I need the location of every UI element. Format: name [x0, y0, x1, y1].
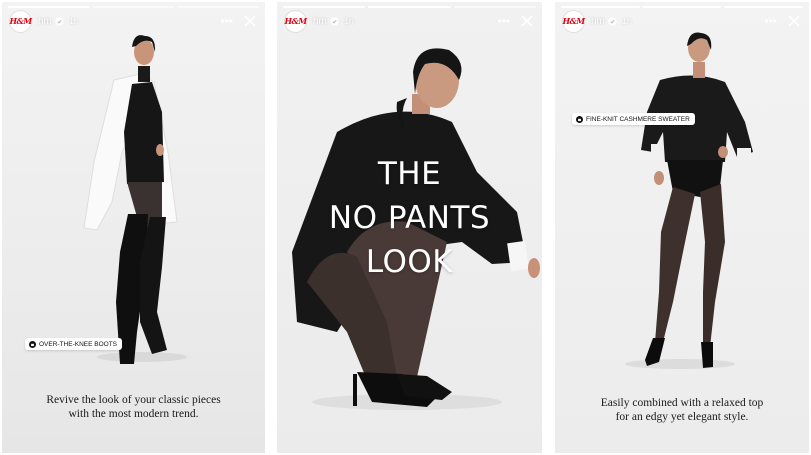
story-progress-bar [561, 6, 804, 8]
avatar[interactable]: H&M [562, 10, 585, 32]
username[interactable]: hm [591, 16, 605, 27]
story-panel-1[interactable]: H&M hm 1h ••• OVER-THE-KNEE BOOTS Revive… [2, 2, 265, 453]
close-icon[interactable] [520, 14, 534, 28]
caption-line: Revive the look of your classic pieces [46, 394, 221, 406]
story-photo-3 [625, 32, 753, 369]
story-caption: Easily combined with a relaxed top for a… [555, 396, 809, 424]
product-tag-label: FINE-KNIT CASHMERE SWEATER [586, 115, 690, 123]
progress-segment [8, 6, 90, 8]
story-header: H&M hm 1h ••• [284, 10, 534, 32]
product-tag[interactable]: OVER-THE-KNEE BOOTS [25, 338, 123, 350]
close-icon[interactable] [787, 14, 801, 28]
more-options-icon[interactable]: ••• [497, 15, 510, 27]
caption-line: Easily combined with a relaxed top [600, 397, 764, 409]
story-panel-2[interactable]: H&M hm 1h ••• THE NO PANTS LOOK [277, 2, 542, 453]
story-photo-1 [83, 35, 187, 364]
verified-badge-icon [330, 16, 339, 26]
close-icon[interactable] [243, 14, 257, 28]
caption-line: for an edgy yet elegant style. [615, 411, 749, 423]
username[interactable]: hm [313, 16, 327, 27]
headline-line: THE [377, 156, 442, 192]
avatar[interactable]: H&M [284, 10, 307, 32]
brand-logo: H&M [9, 16, 32, 26]
post-time: 1h [68, 16, 79, 26]
progress-segment [283, 6, 366, 8]
story-header: H&M hm 1h ••• [9, 10, 257, 32]
caption-line: with the most modern trend. [68, 408, 199, 420]
story-panel-3[interactable]: H&M hm 1h ••• FINE-KNIT CASHMERE SWEATER… [555, 2, 809, 453]
story-progress-bar [283, 6, 536, 8]
verified-badge-icon [55, 16, 64, 26]
progress-segment [561, 6, 640, 8]
brand-logo: H&M [562, 16, 585, 26]
more-options-icon[interactable]: ••• [764, 15, 777, 27]
progress-segment [642, 6, 722, 8]
post-time: 1h [621, 16, 632, 26]
progress-segment [453, 6, 536, 8]
shopping-bag-icon [29, 340, 36, 348]
username[interactable]: hm [38, 16, 52, 27]
progress-segment [368, 6, 451, 8]
headline-line: NO PANTS [328, 200, 491, 236]
progress-segment [92, 6, 175, 8]
post-time: 1h [343, 16, 354, 26]
story-headline: THE NO PANTS LOOK [277, 152, 542, 284]
verified-badge-icon [608, 16, 617, 26]
product-tag[interactable]: FINE-KNIT CASHMERE SWEATER [572, 113, 695, 125]
story-header: H&M hm 1h ••• [562, 10, 801, 32]
brand-logo: H&M [284, 16, 307, 26]
more-options-icon[interactable]: ••• [220, 15, 233, 27]
progress-segment [724, 6, 804, 8]
headline-line: LOOK [365, 244, 454, 280]
avatar[interactable]: H&M [9, 10, 32, 32]
story-progress-bar [8, 6, 260, 8]
product-tag-label: OVER-THE-KNEE BOOTS [39, 340, 118, 348]
progress-segment [177, 6, 260, 8]
story-caption: Revive the look of your classic pieces w… [2, 393, 265, 421]
shopping-bag-icon [576, 115, 583, 123]
